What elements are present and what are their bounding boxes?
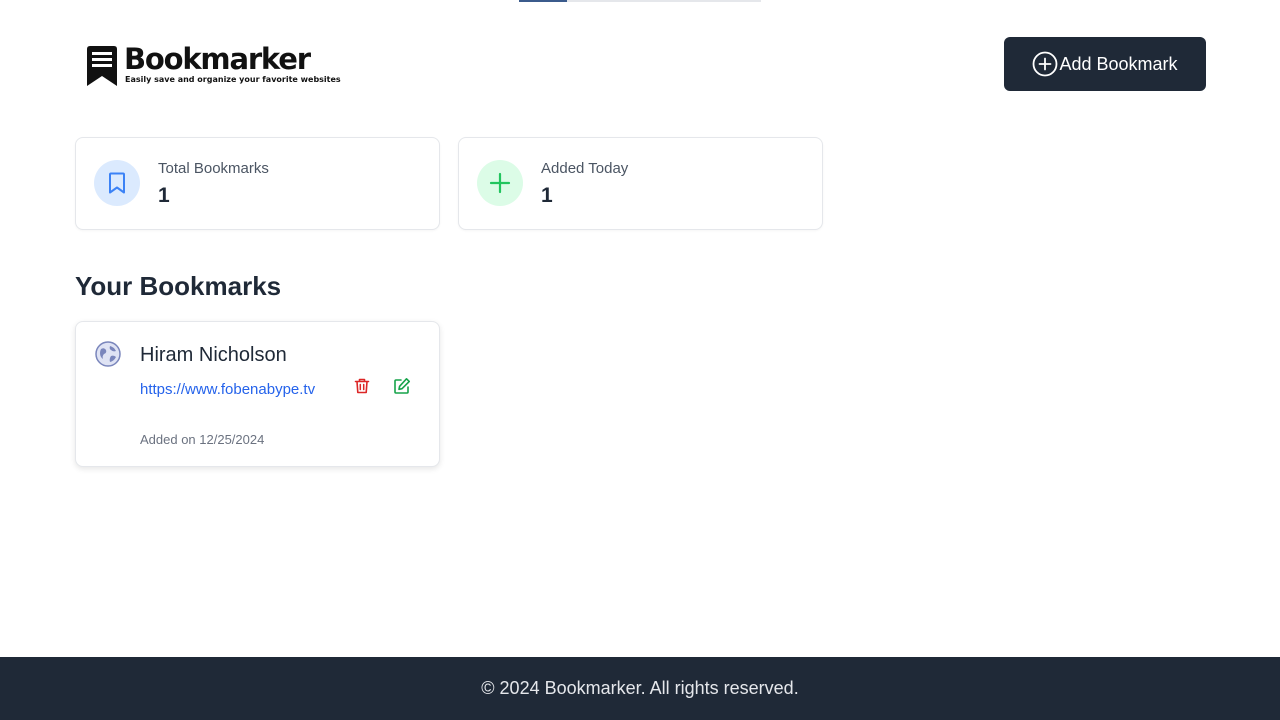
bookmark-logo-icon [87,46,117,86]
footer-copyright: © 2024 Bookmarker. All rights reserved. [481,678,799,698]
page-progress-bar [519,0,761,2]
stat-value: 1 [541,184,553,207]
add-bookmark-button[interactable]: Add Bookmark [1004,37,1206,91]
add-bookmark-label: Add Bookmark [1059,53,1178,74]
page-progress-fill [519,0,568,2]
bookmark-url-link[interactable]: https://www.fobenabype.tv [140,376,330,403]
logo-tagline: Easily save and organize your favorite w… [125,75,341,84]
edit-icon [394,378,410,394]
stat-icon-wrap [477,160,523,206]
plus-circle-icon [1033,51,1058,77]
plus-icon [489,172,511,194]
delete-bookmark-button[interactable] [351,375,373,397]
edit-bookmark-button[interactable] [391,375,413,397]
logo[interactable]: Bookmarker Easily save and organize your… [85,44,341,87]
stat-value: 1 [158,184,170,207]
footer: © 2024 Bookmarker. All rights reserved. [0,657,1280,720]
trash-icon [354,378,370,394]
bookmark-title: Hiram Nicholson [140,344,287,366]
stat-label: Total Bookmarks [158,160,269,177]
header: Bookmarker Easily save and organize your… [75,36,1206,92]
logo-title: Bookmarker [124,42,311,76]
section-title: Your Bookmarks [75,271,282,301]
globe-icon [95,341,121,367]
stat-label: Added Today [541,160,629,177]
bookmark-added-date: Added on 12/25/2024 [140,432,265,447]
bookmark-card: Hiram Nicholson https://www.fobenabype.t… [75,321,440,467]
stat-card-today: Added Today 1 [458,137,823,230]
stat-icon-wrap [94,160,140,206]
stats-row: Total Bookmarks 1 Added Today 1 [75,137,823,230]
stat-card-total: Total Bookmarks 1 [75,137,440,230]
bookmark-icon [109,172,125,194]
